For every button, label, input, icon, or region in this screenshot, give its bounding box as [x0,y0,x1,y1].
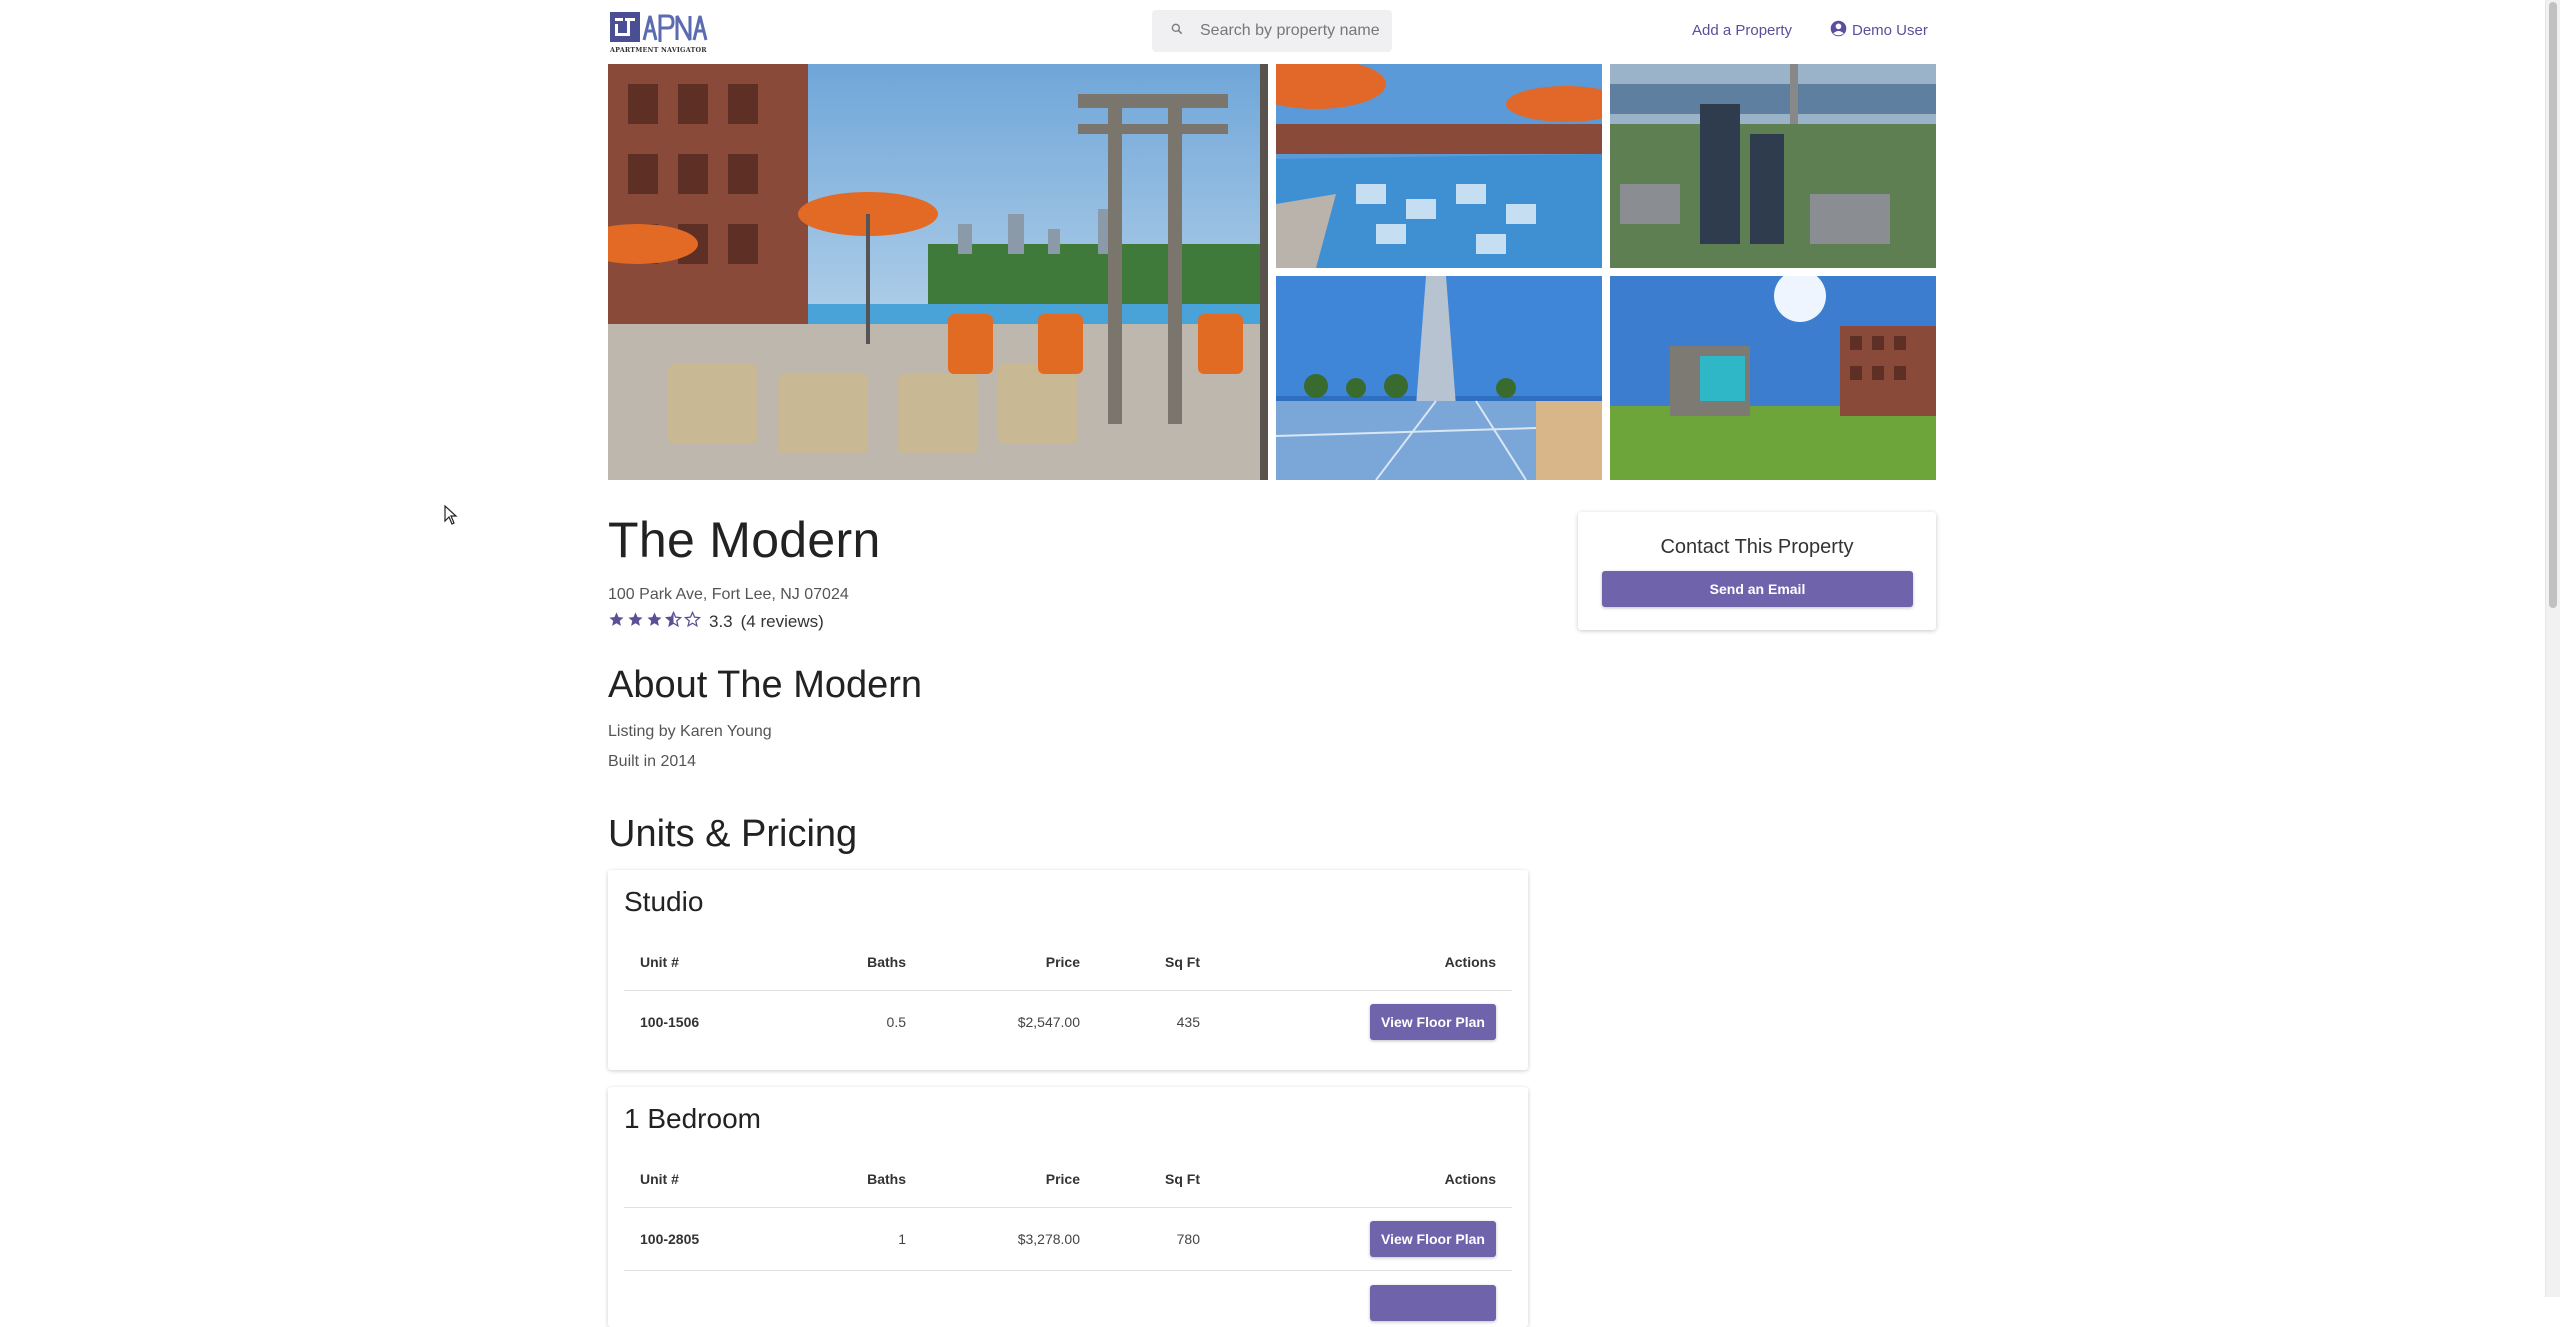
unit-group-1-bedroom: 1 Bedroom Unit # Baths Price Sq Ft Actio… [608,1087,1528,1327]
property-address: 100 Park Ave, Fort Lee, NJ 07024 [608,586,849,603]
photo-gallery [608,64,1936,480]
star-half-icon [664,610,684,633]
top-header: APARTMENT NAVIGATOR Add a Property Demo … [608,0,1936,64]
rating-summary: 3.3 (4 reviews) [608,610,824,634]
gallery-photo-court[interactable] [1276,276,1602,480]
units-table: Unit # Baths Price Sq Ft Actions 100-150… [624,934,1512,1053]
unit-group-title: 1 Bedroom [624,1103,761,1134]
contact-heading: Contact This Property [1660,536,1854,558]
column-header-unit: Unit # [640,1171,679,1187]
units-table: Unit # Baths Price Sq Ft Actions 100-280… [624,1151,1512,1327]
column-header-price: Price [1045,954,1080,970]
apna-logo[interactable]: APARTMENT NAVIGATOR [609,10,722,54]
unit-sqft: 435 [1176,1014,1200,1030]
column-header-sqft: Sq Ft [1165,954,1200,970]
unit-price: $2,547.00 [1017,1014,1080,1030]
table-row: 100-2805 1 $3,278.00 780 View Floor Plan [624,1208,1512,1271]
gallery-photo-pool[interactable] [1276,64,1602,268]
search-input[interactable] [1198,21,1392,41]
contact-card: Contact This Property Send an Email [1578,512,1936,630]
unit-actions: View Floor Plan [1370,991,1496,1053]
gallery-photo-lawn[interactable] [1610,276,1936,480]
unit-baths: 1 [898,1231,906,1247]
property-title: The Modern [608,512,881,568]
units-pricing-heading: Units & Pricing [608,813,858,855]
unit-group-studio: Studio Unit # Baths Price Sq Ft Actions … [608,870,1528,1070]
column-header-unit: Unit # [640,954,679,970]
scrollbar-thumb[interactable] [2549,2,2557,608]
star-icon [608,611,627,633]
about-heading: About The Modern [608,664,923,706]
column-header-baths: Baths [867,1171,906,1187]
user-menu-button[interactable]: Demo User [1830,18,1928,42]
search-bar[interactable] [1152,10,1392,52]
table-row-partial [624,1271,1512,1327]
table-header-row: Unit # Baths Price Sq Ft Actions [624,934,1512,991]
rating-value: 3.3 [709,612,733,631]
rating-stars [608,610,703,633]
search-icon [1170,22,1184,41]
unit-number: 100-2805 [640,1231,700,1247]
unit-sqft: 780 [1176,1231,1200,1247]
star-outline-icon [683,610,703,633]
user-name: Demo User [1852,21,1928,39]
unit-actions: View Floor Plan [1370,1208,1496,1270]
page-scrollbar[interactable] [2545,0,2560,1297]
add-property-link[interactable]: Add a Property [1692,18,1792,42]
account-circle-icon [1830,20,1852,41]
unit-baths: 0.5 [886,1014,906,1030]
svg-text:APARTMENT NAVIGATOR: APARTMENT NAVIGATOR [610,46,707,54]
gallery-photo-main[interactable] [608,64,1268,480]
unit-price: $3,278.00 [1017,1231,1080,1247]
star-icon [627,611,646,633]
unit-group-title: Studio [624,886,704,917]
apna-logo-image: APARTMENT NAVIGATOR [609,12,708,54]
column-header-baths: Baths [867,954,906,970]
view-floor-plan-button[interactable]: View Floor Plan [1370,1221,1496,1257]
column-header-price: Price [1045,1171,1080,1187]
column-header-actions: Actions [1444,1171,1496,1187]
view-floor-plan-button[interactable]: View Floor Plan [1370,1004,1496,1040]
star-icon [646,611,665,633]
view-floor-plan-button[interactable] [1370,1285,1496,1321]
column-header-sqft: Sq Ft [1165,1171,1200,1187]
column-header-actions: Actions [1444,954,1496,970]
mouse-cursor-icon [444,505,458,525]
unit-actions [1370,1271,1496,1327]
built-year: Built in 2014 [608,753,697,770]
table-row: 100-1506 0.5 $2,547.00 435 View Floor Pl… [624,991,1512,1053]
unit-number: 100-1506 [640,1014,700,1030]
table-header-row: Unit # Baths Price Sq Ft Actions [624,1151,1512,1208]
send-email-button[interactable]: Send an Email [1602,571,1913,607]
listing-agent: Listing by Karen Young [608,723,772,740]
add-property-label: Add a Property [1692,21,1793,39]
review-count[interactable]: (4 reviews) [741,612,824,632]
gallery-photo-aerial[interactable] [1610,64,1936,268]
